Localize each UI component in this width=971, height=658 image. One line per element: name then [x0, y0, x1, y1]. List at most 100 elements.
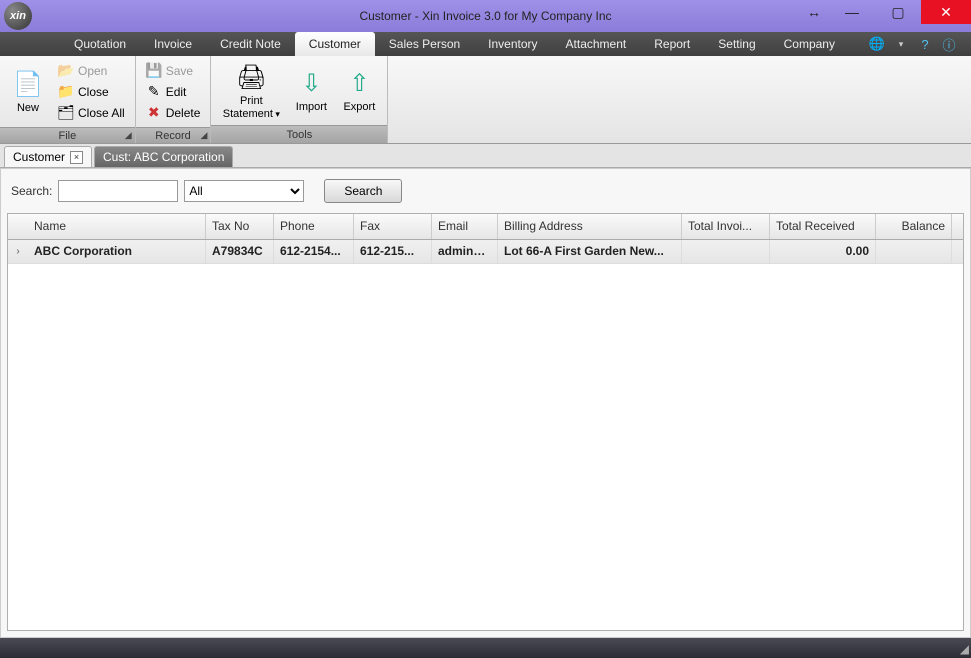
ribbon-group-tools: 🖨 PrintStatement ⇩ Import ⇧ Export Tools	[211, 56, 388, 143]
row-expand-icon[interactable]: ›	[8, 240, 28, 263]
delete-button[interactable]: ✖ Delete	[141, 102, 206, 123]
close-button[interactable]: 📁 Close	[53, 81, 130, 102]
col-billing[interactable]: Billing Address	[498, 214, 682, 239]
save-disk-icon: 💾	[146, 63, 162, 79]
info-icon[interactable]: ⓘ	[941, 36, 957, 52]
import-label: Import	[296, 101, 327, 114]
col-total-invoice[interactable]: Total Invoi...	[682, 214, 770, 239]
cell-email: admin@...	[432, 240, 498, 263]
print-label: PrintStatement	[223, 95, 280, 120]
search-bar: Search: All Search	[1, 169, 970, 213]
window-controls: ↔ — ▢ ✕	[799, 0, 971, 32]
cell-balance	[876, 240, 952, 263]
ribbon-group-record: 💾 Save ✎ Edit ✖ Delete Record ◢	[136, 56, 212, 143]
edit-pencil-icon: ✎	[146, 84, 162, 100]
content-area: Search: All Search Name Tax No Phone Fax…	[0, 168, 971, 638]
table-row[interactable]: › ABC Corporation A79834C 612-2154... 61…	[8, 240, 963, 264]
help-icon[interactable]: ?	[917, 36, 933, 52]
file-group-label: File	[58, 130, 76, 142]
open-button: 📂 Open	[53, 60, 130, 81]
titlebar: xin Customer - Xin Invoice 3.0 for My Co…	[0, 0, 971, 32]
menu-inventory[interactable]: Inventory	[474, 32, 551, 56]
col-balance[interactable]: Balance	[876, 214, 952, 239]
grid-header: Name Tax No Phone Fax Email Billing Addr…	[8, 214, 963, 240]
col-fax[interactable]: Fax	[354, 214, 432, 239]
maximize-button[interactable]: ▢	[875, 0, 921, 24]
open-folder-icon: 📂	[58, 63, 74, 79]
col-phone[interactable]: Phone	[274, 214, 354, 239]
menu-invoice[interactable]: Invoice	[140, 32, 206, 56]
tools-group-label: Tools	[287, 129, 313, 141]
close-window-button[interactable]: ✕	[921, 0, 971, 24]
tab-close-icon[interactable]: ×	[70, 151, 83, 164]
ribbon: 📄 New 📂 Open 📁 Close 🗂 Close All File	[0, 56, 971, 144]
cell-total-invoice	[682, 240, 770, 263]
cell-phone: 612-2154...	[274, 240, 354, 263]
close-all-label: Close All	[78, 106, 125, 120]
menu-credit-note[interactable]: Credit Note	[206, 32, 295, 56]
tab-customer-label: Customer	[13, 150, 65, 164]
open-label: Open	[78, 64, 107, 78]
menu-sales-person[interactable]: Sales Person	[375, 32, 474, 56]
import-icon: ⇩	[295, 67, 327, 99]
minimize-button[interactable]: —	[829, 0, 875, 24]
customer-grid: Name Tax No Phone Fax Email Billing Addr…	[7, 213, 964, 631]
save-label: Save	[166, 64, 193, 78]
document-tabstrip: Customer × Cust: ABC Corporation	[0, 144, 971, 168]
cell-total-received: 0.00	[770, 240, 876, 263]
new-button[interactable]: 📄 New	[5, 59, 51, 124]
delete-label: Delete	[166, 106, 201, 120]
search-input[interactable]	[58, 180, 178, 202]
import-button[interactable]: ⇩ Import	[288, 59, 334, 122]
tab-customer-detail[interactable]: Cust: ABC Corporation	[94, 146, 233, 167]
cell-billing: Lot 66-A First Garden New...	[498, 240, 682, 263]
tab-customer-list[interactable]: Customer ×	[4, 146, 92, 167]
search-label: Search:	[11, 184, 52, 198]
col-name[interactable]: Name	[28, 214, 206, 239]
close-folder-icon: 📁	[58, 84, 74, 100]
edit-label: Edit	[166, 85, 187, 99]
menu-quotation[interactable]: Quotation	[60, 32, 140, 56]
ribbon-footer-file: File ◢	[0, 127, 135, 143]
ribbon-footer-tools: Tools	[211, 125, 387, 143]
search-button[interactable]: Search	[324, 179, 402, 203]
menu-company[interactable]: Company	[770, 32, 849, 56]
col-tax[interactable]: Tax No	[206, 214, 274, 239]
close-label: Close	[78, 85, 109, 99]
export-button[interactable]: ⇧ Export	[336, 59, 382, 122]
main-menubar: Quotation Invoice Credit Note Customer S…	[0, 32, 971, 56]
file-launcher-icon[interactable]: ◢	[125, 130, 132, 141]
new-file-icon: 📄	[12, 68, 44, 100]
new-label: New	[17, 102, 39, 115]
restore-arrows-icon[interactable]: ↔	[799, 0, 829, 24]
menu-setting[interactable]: Setting	[704, 32, 769, 56]
cell-fax: 612-215...	[354, 240, 432, 263]
app-icon: xin	[4, 2, 32, 30]
export-icon: ⇧	[343, 67, 375, 99]
save-button: 💾 Save	[141, 60, 206, 81]
resize-grip-icon[interactable]: ◢	[960, 642, 969, 656]
search-filter-select[interactable]: All	[184, 180, 304, 202]
close-all-button[interactable]: 🗂 Close All	[53, 102, 130, 123]
tab-detail-label: Cust: ABC Corporation	[103, 150, 224, 164]
export-label: Export	[343, 101, 375, 114]
printer-icon: 🖨	[235, 61, 267, 93]
menu-report[interactable]: Report	[640, 32, 704, 56]
edit-button[interactable]: ✎ Edit	[141, 81, 206, 102]
menu-customer[interactable]: Customer	[295, 32, 375, 56]
record-launcher-icon[interactable]: ◢	[200, 130, 207, 141]
row-indicator-header	[8, 214, 28, 239]
window-title: Customer - Xin Invoice 3.0 for My Compan…	[359, 9, 611, 23]
dropdown-icon[interactable]: ▾	[893, 36, 909, 52]
status-bar: ◢	[0, 638, 971, 658]
menu-attachment[interactable]: Attachment	[552, 32, 641, 56]
ribbon-group-file: 📄 New 📂 Open 📁 Close 🗂 Close All File	[0, 56, 136, 143]
print-statement-button[interactable]: 🖨 PrintStatement	[216, 59, 286, 122]
record-group-label: Record	[155, 130, 190, 142]
cell-tax: A79834C	[206, 240, 274, 263]
ribbon-footer-record: Record ◢	[136, 127, 211, 143]
globe-icon[interactable]: 🌐	[869, 36, 885, 52]
col-total-received[interactable]: Total Received	[770, 214, 876, 239]
close-all-icon: 🗂	[58, 105, 74, 121]
col-email[interactable]: Email	[432, 214, 498, 239]
